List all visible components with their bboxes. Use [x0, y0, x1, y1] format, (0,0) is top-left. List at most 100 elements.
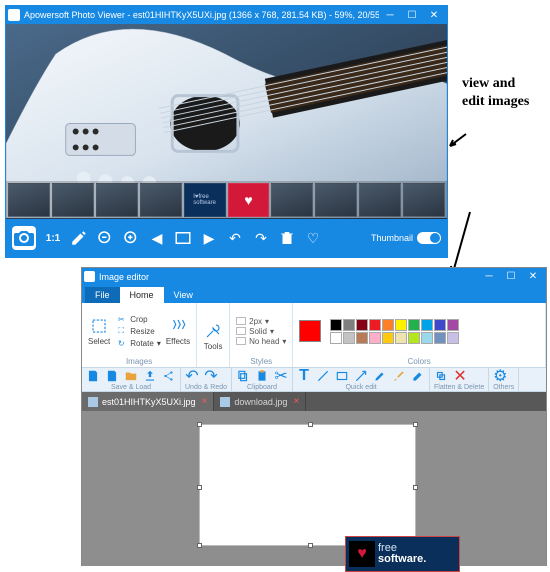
thumbnail-item[interactable]	[8, 183, 50, 217]
current-color-swatch[interactable]	[299, 320, 321, 342]
rotate-button[interactable]: ↻Rotate ▾	[115, 337, 161, 349]
color-swatch[interactable]	[356, 319, 368, 331]
tab-close-icon[interactable]: ×	[202, 396, 208, 407]
color-swatch[interactable]	[369, 332, 381, 344]
color-swatch[interactable]	[408, 319, 420, 331]
thumbnail-item[interactable]	[359, 183, 401, 217]
tab-home[interactable]: Home	[120, 287, 164, 303]
editor-menu-tabs: File Home View	[82, 285, 546, 303]
color-swatch[interactable]	[369, 319, 381, 331]
select-button[interactable]: Select	[88, 316, 110, 346]
viewer-image-area[interactable]: I♥freesoftware ♥	[6, 24, 447, 219]
brush-tool-icon[interactable]	[392, 369, 406, 383]
document-tab[interactable]: est01HIHTKyX5UXi.jpg×	[82, 392, 214, 411]
color-swatch[interactable]	[434, 319, 446, 331]
tab-file[interactable]: File	[85, 287, 120, 303]
resize-handle[interactable]	[197, 485, 202, 490]
minimize-button[interactable]: ─	[478, 269, 500, 284]
logo-overlay[interactable]: ♥ freesoftware.	[345, 536, 460, 572]
canvas-area[interactable]: ♥ freesoftware.	[82, 411, 546, 566]
close-button[interactable]: ✕	[423, 7, 445, 23]
resize-handle[interactable]	[413, 422, 418, 427]
color-swatch[interactable]	[330, 332, 342, 344]
color-swatch[interactable]	[343, 319, 355, 331]
document-tab[interactable]: download.jpg×	[214, 392, 306, 411]
color-swatch[interactable]	[447, 332, 459, 344]
resize-handle[interactable]	[197, 422, 202, 427]
line-tool-icon[interactable]	[316, 369, 330, 383]
resize-handle[interactable]	[308, 422, 313, 427]
thumbnail-item[interactable]	[96, 183, 138, 217]
undo-icon[interactable]: ↶	[185, 369, 199, 383]
previous-button[interactable]: ◀	[148, 229, 166, 247]
line-width-dropdown[interactable]: 2px ▾	[236, 317, 286, 326]
color-swatch[interactable]	[395, 332, 407, 344]
edit-button[interactable]	[70, 229, 88, 247]
maximize-button[interactable]: ☐	[401, 7, 423, 23]
upload-icon[interactable]	[143, 369, 157, 383]
save-as-icon[interactable]	[105, 369, 119, 383]
text-tool-icon[interactable]: T	[297, 369, 311, 383]
color-swatch[interactable]	[408, 332, 420, 344]
flatten-icon[interactable]	[434, 369, 448, 383]
arrow-head-dropdown[interactable]: No head ▾	[236, 337, 286, 346]
color-swatch[interactable]	[447, 319, 459, 331]
slideshow-button[interactable]	[174, 229, 192, 247]
share-icon[interactable]	[162, 369, 176, 383]
thumbnail-item[interactable]	[140, 183, 182, 217]
color-swatch[interactable]	[330, 319, 342, 331]
tab-close-icon[interactable]: ×	[293, 396, 299, 407]
crop-button[interactable]: ✂Crop	[115, 313, 161, 325]
maximize-button[interactable]: ☐	[500, 269, 522, 284]
minimize-button[interactable]: ─	[379, 7, 401, 23]
thumbnail-item[interactable]: I♥freesoftware	[184, 183, 226, 217]
copy-icon[interactable]	[236, 369, 250, 383]
zoom-in-button[interactable]	[122, 229, 140, 247]
color-swatch[interactable]	[382, 319, 394, 331]
resize-handle[interactable]	[197, 543, 202, 548]
color-swatch[interactable]	[421, 332, 433, 344]
redo-icon[interactable]: ↷	[204, 369, 218, 383]
paste-icon[interactable]	[255, 369, 269, 383]
thumbnail-item[interactable]	[52, 183, 94, 217]
delete-icon[interactable]: ✕	[453, 369, 467, 383]
tools-button[interactable]: Tools	[203, 321, 223, 351]
resize-button[interactable]: ⛶Resize	[115, 325, 161, 337]
open-icon[interactable]	[124, 369, 138, 383]
line-style-dropdown[interactable]: Solid ▾	[236, 327, 286, 336]
arrow-tool-icon[interactable]	[354, 369, 368, 383]
color-swatch[interactable]	[343, 332, 355, 344]
pen-tool-icon[interactable]	[373, 369, 387, 383]
effects-button[interactable]: Effects	[166, 316, 190, 346]
thumbnail-item[interactable]	[403, 183, 445, 217]
color-swatch[interactable]	[356, 332, 368, 344]
thumbnail-item[interactable]	[271, 183, 313, 217]
thumbnail-item[interactable]: ♥	[228, 183, 270, 217]
highlighter-tool-icon[interactable]	[411, 369, 425, 383]
actual-size-button[interactable]: 1:1	[44, 229, 62, 247]
color-swatch[interactable]	[434, 332, 446, 344]
rect-tool-icon[interactable]	[335, 369, 349, 383]
rotate-left-button[interactable]: ↶	[226, 229, 244, 247]
color-swatch[interactable]	[382, 332, 394, 344]
rotate-right-button[interactable]: ↷	[252, 229, 270, 247]
tab-view[interactable]: View	[164, 287, 203, 303]
favorite-button[interactable]: ♡	[304, 229, 322, 247]
zoom-out-button[interactable]	[96, 229, 114, 247]
cut-icon[interactable]: ✂	[274, 369, 288, 383]
thumbnail-toggle[interactable]: Thumbnail	[371, 232, 441, 244]
thumbnail-item[interactable]	[315, 183, 357, 217]
resize-handle[interactable]	[308, 543, 313, 548]
viewer-titlebar[interactable]: Apowersoft Photo Viewer - est01HIHTKyX5U…	[6, 6, 447, 24]
color-swatch[interactable]	[395, 319, 407, 331]
camera-button[interactable]	[12, 226, 36, 250]
color-swatch[interactable]	[421, 319, 433, 331]
resize-handle[interactable]	[413, 485, 418, 490]
delete-button[interactable]	[278, 229, 296, 247]
close-button[interactable]: ✕	[522, 269, 544, 284]
next-button[interactable]: ▶	[200, 229, 218, 247]
canvas[interactable]	[200, 425, 415, 545]
save-icon[interactable]	[86, 369, 100, 383]
editor-titlebar[interactable]: Image editor ─ ☐ ✕	[82, 268, 546, 285]
settings-icon[interactable]: ⚙	[493, 369, 507, 383]
